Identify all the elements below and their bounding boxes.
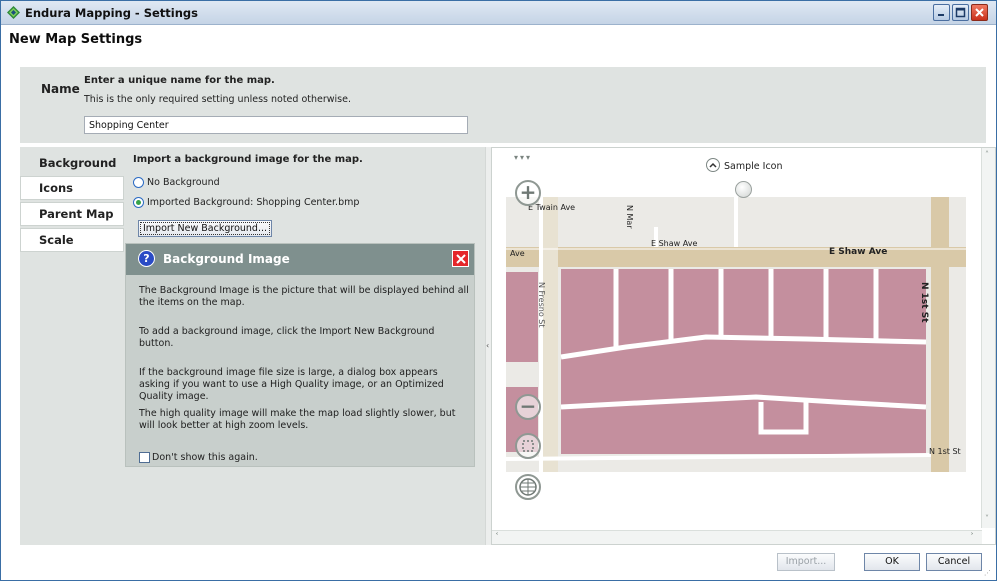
sample-icon[interactable]: [735, 181, 752, 198]
fit-to-screen-button[interactable]: [515, 433, 541, 459]
sample-icon-label: Sample Icon: [724, 161, 783, 172]
close-button[interactable]: [971, 4, 988, 21]
street-label: N Fresno St: [537, 282, 546, 328]
help-close-button[interactable]: [452, 250, 469, 267]
background-heading: Import a background image for the map.: [133, 154, 363, 165]
vertical-scrollbar[interactable]: ˄ ˅: [981, 148, 995, 528]
close-icon: [456, 254, 466, 264]
no-background-label: No Background: [147, 177, 220, 188]
no-background-option[interactable]: No Background: [133, 177, 220, 188]
import-button[interactable]: Import...: [777, 553, 835, 571]
street-label: N Mar: [625, 205, 634, 229]
ok-button[interactable]: OK: [864, 553, 920, 571]
scroll-up-icon[interactable]: ˄: [985, 150, 989, 159]
help-panel: ? Background Image The Background Image …: [125, 243, 475, 467]
help-header: ? Background Image: [126, 244, 474, 275]
dont-show-again[interactable]: Don't show this again.: [139, 452, 258, 463]
street-label: E Shaw Ave: [651, 239, 698, 248]
globe-button[interactable]: [515, 474, 541, 500]
tab-background[interactable]: Background: [20, 151, 124, 175]
help-paragraph: The Background Image is the picture that…: [139, 285, 469, 308]
close-icon: [975, 8, 984, 17]
scroll-down-icon[interactable]: ˅: [985, 514, 989, 523]
maximize-button[interactable]: [952, 4, 969, 21]
tab-parent-map[interactable]: Parent Map: [20, 202, 124, 226]
cancel-button[interactable]: Cancel: [926, 553, 982, 571]
street-label: N 1st St: [919, 282, 929, 323]
chevron-up-icon: [709, 162, 717, 168]
map-image: [506, 197, 966, 472]
name-heading: Enter a unique name for the map.: [84, 75, 275, 86]
dont-show-label: Don't show this again.: [152, 452, 258, 463]
map-name-input[interactable]: [84, 116, 468, 134]
sample-icon-toggle[interactable]: [706, 158, 720, 172]
radio-imported-background[interactable]: [133, 197, 144, 208]
minimize-button[interactable]: [933, 4, 950, 21]
street-label: E Twain Ave: [528, 203, 576, 212]
imported-background-label: Imported Background: Shopping Center.bmp: [147, 197, 360, 208]
name-panel: Name Enter a unique name for the map. Th…: [20, 67, 986, 143]
help-title: Background Image: [163, 252, 290, 266]
page-title: New Map Settings: [9, 32, 143, 47]
street-label: E Shaw Ave: [829, 247, 888, 257]
minus-icon: −: [519, 394, 537, 418]
zoom-out-button[interactable]: −: [515, 394, 541, 420]
title-bar: Endura Mapping - Settings: [1, 1, 996, 25]
dont-show-checkbox[interactable]: [139, 452, 150, 463]
radio-no-background[interactable]: [133, 177, 144, 188]
help-icon: ?: [138, 250, 155, 267]
maximize-icon: [955, 7, 966, 18]
name-subtext: This is the only required setting unless…: [84, 94, 351, 105]
more-options-icon[interactable]: ▾▾▾: [514, 153, 532, 162]
horizontal-scrollbar[interactable]: ˂ ˃: [492, 530, 982, 544]
name-label: Name: [41, 82, 80, 96]
import-new-background-button[interactable]: Import New Background...: [138, 220, 272, 237]
globe-icon: [519, 478, 537, 496]
help-paragraph: The high quality image will make the map…: [139, 408, 456, 431]
scroll-right-icon[interactable]: ˃: [970, 532, 974, 541]
help-paragraph: To add a background image, click the Imp…: [139, 326, 435, 349]
plus-icon: +: [519, 180, 537, 204]
tab-icons[interactable]: Icons: [20, 176, 124, 200]
zoom-in-button[interactable]: +: [515, 180, 541, 206]
window-title: Endura Mapping - Settings: [25, 6, 198, 20]
tab-scale[interactable]: Scale: [20, 228, 124, 252]
fit-to-screen-icon: [522, 440, 534, 452]
resize-grip-icon[interactable]: ⋰: [984, 569, 991, 577]
app-logo-icon: [7, 6, 20, 19]
street-label: N 1st St: [929, 447, 961, 456]
minimize-icon: [938, 14, 944, 16]
imported-background-option[interactable]: Imported Background: Shopping Center.bmp: [133, 197, 359, 208]
help-paragraph: If the background image file size is lar…: [139, 367, 444, 402]
scroll-left-icon[interactable]: ˂: [495, 532, 499, 541]
map-canvas[interactable]: E Twain Ave N Mar E Shaw Ave Ave E Shaw …: [506, 197, 966, 472]
settings-window: Endura Mapping - Settings New Map Settin…: [0, 0, 997, 581]
street-label: Ave: [510, 249, 525, 258]
collapse-arrow-icon[interactable]: ‹: [486, 341, 489, 350]
